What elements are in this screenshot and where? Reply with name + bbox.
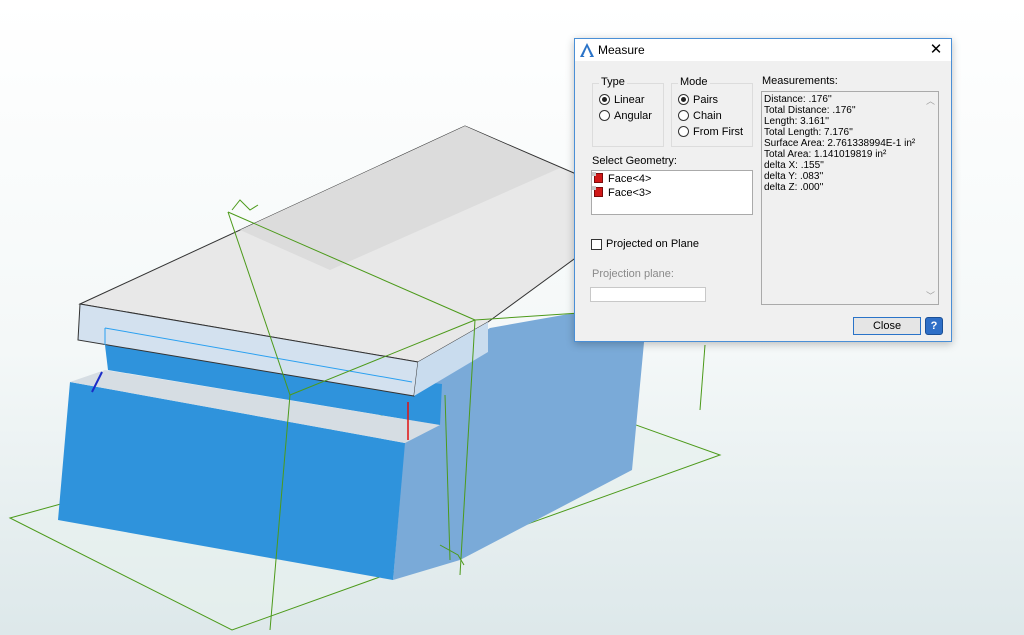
measurements-label: Measurements: xyxy=(762,75,838,87)
geometry-list[interactable]: Face<4> Face<3> xyxy=(591,170,753,215)
measurement-line: Distance: .176'' xyxy=(764,94,832,105)
measurement-line: Total Area: 1.141019819 in² xyxy=(764,149,887,160)
radio-label: Chain xyxy=(693,110,722,122)
radio-pairs[interactable]: Pairs xyxy=(678,94,718,108)
radio-from-first[interactable]: From First xyxy=(678,126,743,140)
list-item[interactable]: Face<4> xyxy=(592,172,652,186)
projection-plane-input[interactable] xyxy=(590,287,706,302)
close-icon[interactable]: ✕ xyxy=(921,39,951,61)
list-item[interactable]: Face<3> xyxy=(592,186,652,200)
mode-group-label: Mode xyxy=(678,76,710,88)
list-item-label: Face<4> xyxy=(608,173,652,185)
app-logo-icon xyxy=(580,43,594,57)
radio-button[interactable] xyxy=(599,94,610,105)
face-icon xyxy=(592,186,603,197)
select-geometry-label: Select Geometry: xyxy=(592,155,677,167)
projected-on-plane-label: Projected on Plane xyxy=(606,238,699,250)
radio-button[interactable] xyxy=(678,110,689,121)
radio-label: From First xyxy=(693,126,744,138)
radio-label: Linear xyxy=(614,94,645,106)
measurement-line: Surface Area: 2.761338994E-1 in² xyxy=(764,138,916,149)
dialog-titlebar[interactable]: Measure ✕ xyxy=(575,39,951,61)
radio-label: Pairs xyxy=(693,94,719,106)
radio-button[interactable] xyxy=(599,110,610,121)
list-item-label: Face<3> xyxy=(608,187,652,199)
radio-label: Angular xyxy=(614,110,652,122)
type-group: Type Linear Angular xyxy=(592,76,664,147)
measurements-output[interactable]: Distance: .176'' Total Distance: .176'' … xyxy=(761,91,939,305)
measurement-line: delta Z: .000'' xyxy=(764,182,824,193)
measurement-line: delta Y: .083'' xyxy=(764,171,824,182)
measurement-line: Total Length: 7.176'' xyxy=(764,127,853,138)
help-button[interactable]: ? xyxy=(925,317,943,335)
measurement-line: Length: 3.161'' xyxy=(764,116,829,127)
measurement-line: delta X: .155'' xyxy=(764,160,824,171)
face-icon xyxy=(592,172,603,183)
radio-chain[interactable]: Chain xyxy=(678,110,722,124)
type-group-label: Type xyxy=(599,76,627,88)
scroll-down-icon[interactable]: ﹀ xyxy=(926,289,935,302)
measure-dialog: Measure ✕ Type Linear Angular Mode Pairs… xyxy=(574,38,952,342)
measurements-scrollbar[interactable]: ︿ ﹀ xyxy=(924,92,938,304)
radio-linear[interactable]: Linear xyxy=(599,94,645,108)
radio-angular[interactable]: Angular xyxy=(599,110,652,124)
radio-button[interactable] xyxy=(678,94,689,105)
projected-on-plane-checkbox[interactable] xyxy=(591,239,602,250)
mode-group: Mode Pairs Chain From First xyxy=(671,76,753,147)
radio-button[interactable] xyxy=(678,126,689,137)
measurement-line: Total Distance: .176'' xyxy=(764,105,856,116)
scroll-up-icon[interactable]: ︿ xyxy=(926,94,935,107)
dialog-title: Measure xyxy=(598,43,645,57)
close-button[interactable]: Close xyxy=(853,317,921,335)
help-icon: ? xyxy=(930,320,938,332)
projection-plane-label: Projection plane: xyxy=(592,268,674,280)
